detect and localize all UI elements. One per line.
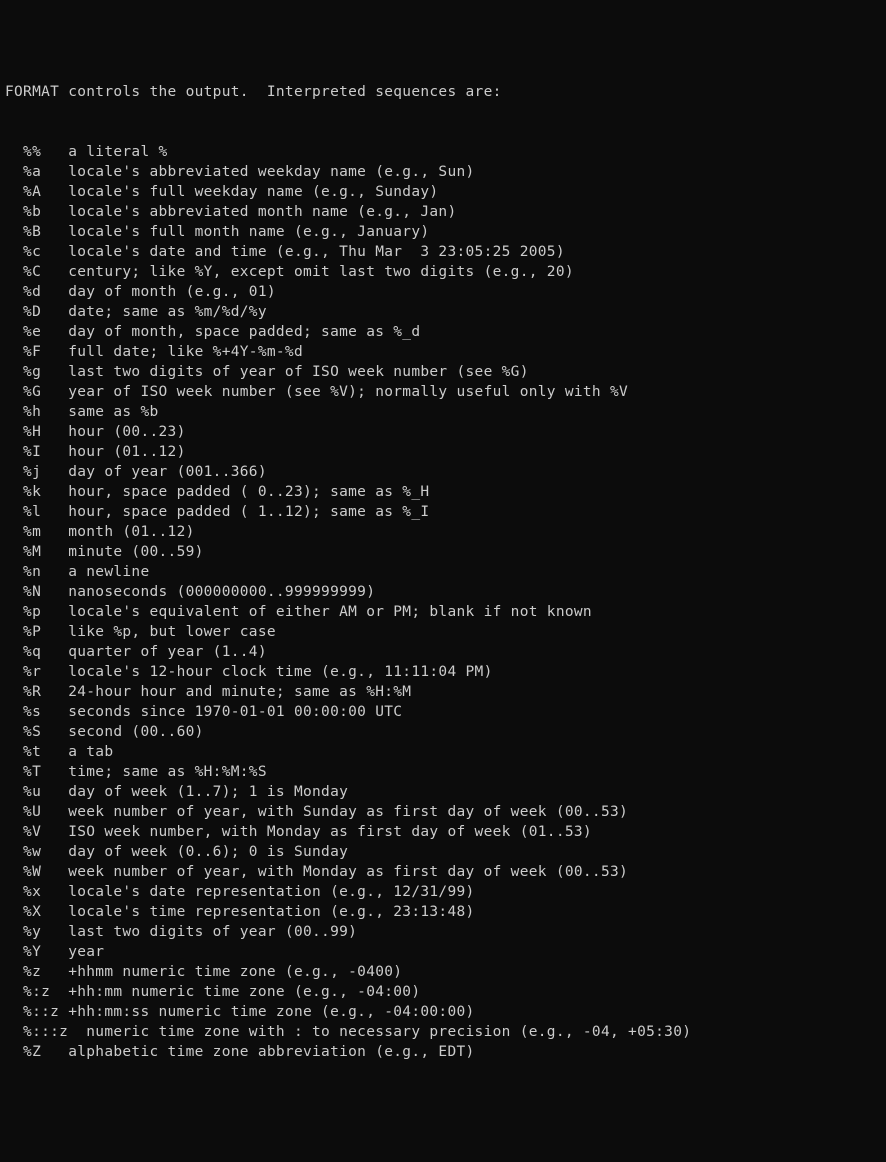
format-entry: %h same as %b	[5, 402, 881, 422]
format-entry: %::z +hh:mm:ss numeric time zone (e.g., …	[5, 1002, 881, 1022]
format-entry: %c locale's date and time (e.g., Thu Mar…	[5, 242, 881, 262]
format-entry: %H hour (00..23)	[5, 422, 881, 442]
format-entry: %:::z numeric time zone with : to necess…	[5, 1022, 881, 1042]
format-entry: %a locale's abbreviated weekday name (e.…	[5, 162, 881, 182]
format-entry: %m month (01..12)	[5, 522, 881, 542]
format-entry: %% a literal %	[5, 142, 881, 162]
format-entry: %Y year	[5, 942, 881, 962]
format-entry: %y last two digits of year (00..99)	[5, 922, 881, 942]
format-entry: %N nanoseconds (000000000..999999999)	[5, 582, 881, 602]
format-entry: %q quarter of year (1..4)	[5, 642, 881, 662]
format-entry: %V ISO week number, with Monday as first…	[5, 822, 881, 842]
format-entry: %P like %p, but lower case	[5, 622, 881, 642]
format-entry: %n a newline	[5, 562, 881, 582]
format-entry: %:z +hh:mm numeric time zone (e.g., -04:…	[5, 982, 881, 1002]
format-entry: %X locale's time representation (e.g., 2…	[5, 902, 881, 922]
format-entry: %T time; same as %H:%M:%S	[5, 762, 881, 782]
format-entry: %g last two digits of year of ISO week n…	[5, 362, 881, 382]
format-entry: %k hour, space padded ( 0..23); same as …	[5, 482, 881, 502]
format-entry: %t a tab	[5, 742, 881, 762]
format-entry: %p locale's equivalent of either AM or P…	[5, 602, 881, 622]
format-entry: %F full date; like %+4Y-%m-%d	[5, 342, 881, 362]
format-entry: %B locale's full month name (e.g., Janua…	[5, 222, 881, 242]
format-entry: %u day of week (1..7); 1 is Monday	[5, 782, 881, 802]
format-entry: %W week number of year, with Monday as f…	[5, 862, 881, 882]
format-entry: %M minute (00..59)	[5, 542, 881, 562]
format-entry: %U week number of year, with Sunday as f…	[5, 802, 881, 822]
intro-line: FORMAT controls the output. Interpreted …	[5, 82, 881, 102]
format-entry: %e day of month, space padded; same as %…	[5, 322, 881, 342]
format-entry: %d day of month (e.g., 01)	[5, 282, 881, 302]
format-entry: %s seconds since 1970-01-01 00:00:00 UTC	[5, 702, 881, 722]
format-entry: %S second (00..60)	[5, 722, 881, 742]
format-entry: %Z alphabetic time zone abbreviation (e.…	[5, 1042, 881, 1062]
format-entry: %R 24-hour hour and minute; same as %H:%…	[5, 682, 881, 702]
format-entry: %b locale's abbreviated month name (e.g.…	[5, 202, 881, 222]
format-sequences-list: %% a literal % %a locale's abbreviated w…	[5, 142, 881, 1062]
format-entry: %z +hhmm numeric time zone (e.g., -0400)	[5, 962, 881, 982]
format-entry: %D date; same as %m/%d/%y	[5, 302, 881, 322]
format-entry: %C century; like %Y, except omit last tw…	[5, 262, 881, 282]
format-entry: %r locale's 12-hour clock time (e.g., 11…	[5, 662, 881, 682]
format-entry: %G year of ISO week number (see %V); nor…	[5, 382, 881, 402]
format-entry: %x locale's date representation (e.g., 1…	[5, 882, 881, 902]
format-entry: %j day of year (001..366)	[5, 462, 881, 482]
format-entry: %A locale's full weekday name (e.g., Sun…	[5, 182, 881, 202]
format-entry: %I hour (01..12)	[5, 442, 881, 462]
format-entry: %w day of week (0..6); 0 is Sunday	[5, 842, 881, 862]
format-entry: %l hour, space padded ( 1..12); same as …	[5, 502, 881, 522]
